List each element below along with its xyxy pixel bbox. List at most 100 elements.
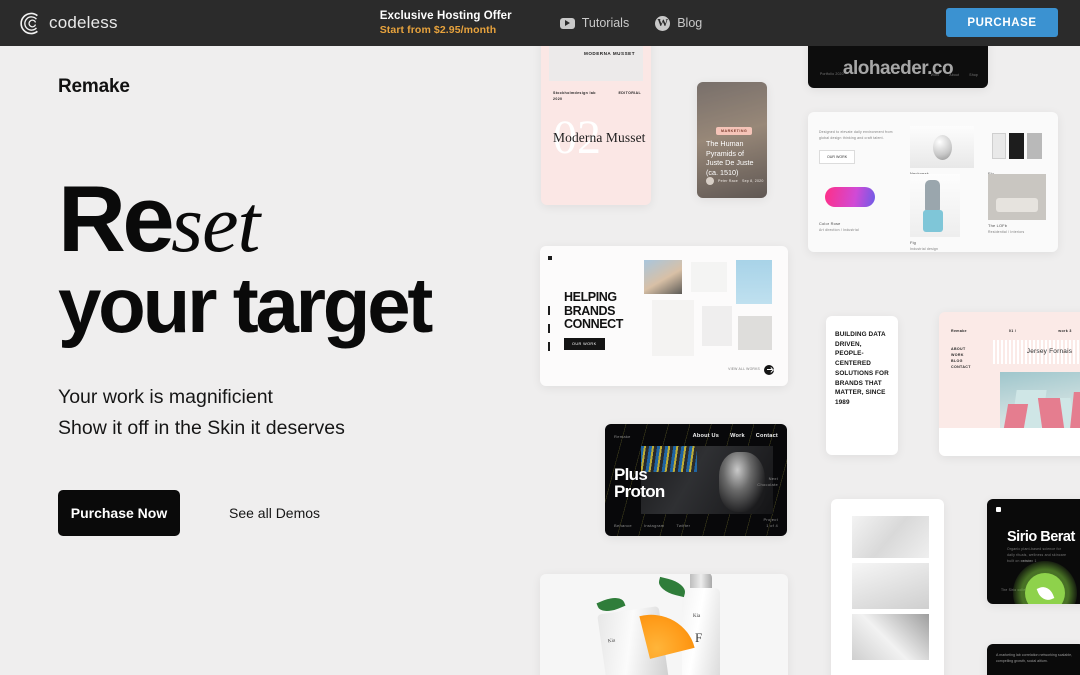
headline-set: set xyxy=(171,178,260,269)
product-image xyxy=(910,126,974,168)
demo-card-human-pyramids[interactable]: MARKETING The Human Pyramids of Juste De… xyxy=(697,82,767,198)
youtube-icon xyxy=(559,17,575,29)
hero-subtext: Your work is magnificient Show it off in… xyxy=(58,382,498,444)
hero-headline: Reset your target xyxy=(58,172,498,350)
arrow-right-icon xyxy=(764,365,774,375)
moderna-meta-left: Stockholmdesign lab 2020 xyxy=(553,90,596,102)
rail-tick xyxy=(548,324,550,333)
landing-page: codeless Exclusive Hosting Offer Start f… xyxy=(0,0,1080,675)
purchase-button[interactable]: PURCHASE xyxy=(946,8,1058,37)
jersey-hero-image xyxy=(1000,372,1080,428)
leaf-icon xyxy=(656,576,688,598)
moderna-meta: Stockholmdesign lab 2020 EDITORIAL xyxy=(553,90,641,102)
demo-card-helping-brands[interactable]: HELPING BRANDS CONNECT OUR WORK VIEW ALL… xyxy=(540,246,788,386)
marketing-badge: MARKETING xyxy=(716,127,753,135)
product-image xyxy=(910,174,960,237)
grid-image-perfume xyxy=(736,260,772,304)
pyramid-date: Sep 8, 2020 xyxy=(741,179,764,183)
product-item-color-rose[interactable]: Color Rose Art direction / Industrial xyxy=(819,178,883,233)
egg-shape xyxy=(933,135,952,160)
proton-social-behance[interactable]: Behance xyxy=(614,523,632,529)
rail-tick xyxy=(548,306,550,315)
sirio-logo-dot xyxy=(996,507,1001,512)
strip-nav-work[interactable]: Work xyxy=(931,73,940,79)
pyramid-title: The Human Pyramids of Juste De Juste (ca… xyxy=(706,139,754,177)
brands-left-rail xyxy=(548,256,553,376)
product-item-the-loft[interactable]: The LOFb Residential / Interiors xyxy=(988,174,1046,235)
strip-nav-shop[interactable]: Shop xyxy=(969,73,978,79)
demo-card-building-data[interactable]: BUILDING DATA DRIVEN, PEOPLE-CENTERED SO… xyxy=(826,316,898,455)
product-image xyxy=(988,174,1046,220)
theme-name: Remake xyxy=(58,76,130,97)
product-meta: Art direction / Industrial xyxy=(819,227,859,232)
demo-card-stacked-gallery[interactable] xyxy=(831,499,944,675)
headline-line-1: Reset xyxy=(58,172,498,266)
hero-section: Remake Reset your target Your work is ma… xyxy=(58,76,498,537)
cosmetic-bottle: Kia F xyxy=(682,588,720,675)
hero-subtext-line-1: Your work is magnificient xyxy=(58,386,273,409)
proton-nav-about[interactable]: About Us xyxy=(693,433,719,439)
nav-blog-label: Blog xyxy=(677,16,703,30)
grid-image-card xyxy=(738,316,772,350)
cosmetic-bottle-brand: Kia xyxy=(693,614,701,619)
demo-card-cosmetics[interactable]: Kia Kia F xyxy=(540,574,788,675)
grid-image-icons xyxy=(691,262,727,292)
cosmetic-bottle-initial: F xyxy=(695,630,703,645)
brands-title-line-2: BRANDS xyxy=(564,303,616,318)
proton-social-instagram[interactable]: Instagram xyxy=(644,523,665,529)
stack-image-1 xyxy=(852,516,929,558)
proton-next-name: Chocolate xyxy=(757,482,778,487)
strip-meta: Portfolio 2020 xyxy=(820,72,844,77)
stack-image-3 xyxy=(852,614,929,660)
products-intro: Designed to elevate daily environment fr… xyxy=(819,130,893,140)
demo-collage: Other issues other days 6 feb - 4 maj, 2… xyxy=(520,0,1080,675)
rail-tick xyxy=(548,342,550,351)
brands-title-line-3: CONNECT xyxy=(564,317,624,331)
products-our-work-button[interactable]: OUR WORK xyxy=(819,149,856,164)
headline-line-2: your target xyxy=(58,261,433,350)
demo-card-jersey-fornais[interactable]: Remake 01 / work 3 ABOUT WORK BLOG CONTA… xyxy=(939,312,1080,456)
proton-brand: Remake xyxy=(614,434,631,439)
demo-card-plus-proton[interactable]: Remake About Us Work Contact Plus Proton… xyxy=(605,424,787,536)
purchase-now-button[interactable]: Purchase Now xyxy=(58,490,180,537)
proton-nav-contact[interactable]: Contact xyxy=(756,433,778,439)
strip-nav-about[interactable]: About xyxy=(949,73,959,79)
proton-next-project[interactable]: Next Chocolate xyxy=(757,476,778,488)
proton-title: Plus Proton xyxy=(614,466,665,501)
hero-cta-row: Purchase Now See all Demos xyxy=(58,490,498,537)
pyramid-byline: Peter Race Sep 8, 2020 xyxy=(706,177,764,185)
headline-re: Re xyxy=(58,166,175,271)
proton-social-twitter[interactable]: Twitter xyxy=(676,523,690,529)
hero-subtext-line-2: Show it off in the Skin it deserves xyxy=(58,417,345,440)
nav-tutorials[interactable]: Tutorials xyxy=(559,16,630,30)
jersey-meta-work: work 3 xyxy=(1058,329,1072,333)
proton-counter-value: 1 of 4 xyxy=(766,523,778,528)
demo-card-sirio-berat[interactable]: Sirio Berat Organic plant-based science … xyxy=(987,499,1080,604)
hosting-offer[interactable]: Exclusive Hosting Offer Start from $2.95… xyxy=(380,9,512,37)
demo-card-product-grid[interactable]: Designed to elevate daily environment fr… xyxy=(808,112,1058,252)
product-name: Color Rose xyxy=(819,221,841,226)
jersey-meta-brand: Remake xyxy=(951,329,967,333)
nav-blog[interactable]: W Blog xyxy=(655,15,703,31)
moderna-caption-3: MODERNA MUSSET xyxy=(584,51,635,56)
moderna-category: EDITORIAL xyxy=(618,91,641,95)
strip-nav: Work About Shop xyxy=(931,73,978,79)
top-nav: Tutorials W Blog xyxy=(559,15,703,31)
proton-nav-work[interactable]: Work xyxy=(730,433,745,439)
codeless-logo[interactable]: codeless xyxy=(18,11,118,36)
leaf-icon xyxy=(1036,583,1054,603)
see-all-demos-link[interactable]: See all Demos xyxy=(229,505,320,521)
jersey-nav-contact[interactable]: CONTACT xyxy=(951,364,971,370)
cosmetic-jar-brand: Kia xyxy=(607,638,616,645)
brands-title: HELPING BRANDS CONNECT xyxy=(564,290,624,332)
products-intro-block: Designed to elevate daily environment fr… xyxy=(819,130,893,164)
moderna-title: Moderna Musset xyxy=(553,130,646,145)
nav-tutorials-label: Tutorials xyxy=(581,16,630,30)
product-item-fig[interactable]: Fig Industrial design xyxy=(910,174,960,252)
proton-nav: About Us Work Contact xyxy=(693,433,778,439)
codeless-c-logo-icon xyxy=(20,12,38,34)
product-meta: Industrial design xyxy=(910,246,939,251)
brands-our-work-button[interactable]: OUR WORK xyxy=(564,338,605,350)
demo-card-marketing-lab[interactable]: A marketing lab correlation networking s… xyxy=(987,644,1080,675)
brands-view-all[interactable]: VIEW ALL WORKS xyxy=(728,365,774,375)
